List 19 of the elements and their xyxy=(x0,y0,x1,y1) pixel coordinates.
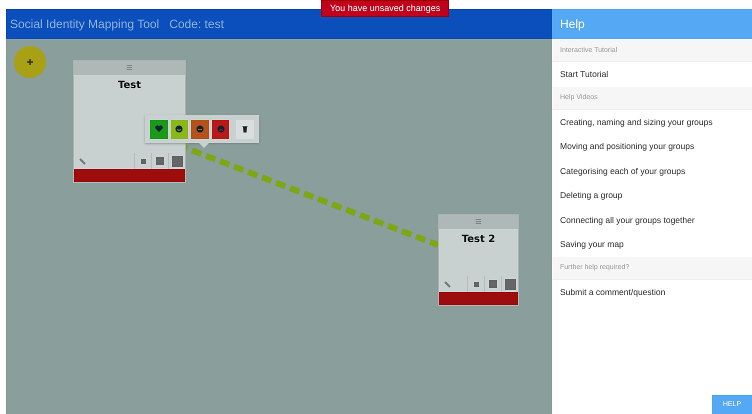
neutral-face-button[interactable] xyxy=(191,120,209,138)
code-label: Code: test xyxy=(169,17,224,31)
group-card[interactable]: ≡ Test xyxy=(73,60,186,183)
heart-icon xyxy=(154,124,164,134)
group-name: Test 2 xyxy=(462,234,496,245)
group-card[interactable]: ≡ Test 2 xyxy=(438,214,519,306)
group-name: Test xyxy=(118,80,141,91)
app-title: Social Identity Mapping Tool xyxy=(10,17,160,31)
sad-face-icon xyxy=(216,124,226,134)
smiley-button[interactable] xyxy=(170,120,188,138)
add-group-button[interactable]: + xyxy=(14,46,46,78)
unsaved-notice: You have unsaved changes xyxy=(321,0,450,17)
smiley-icon xyxy=(174,124,184,134)
sad-face-button[interactable] xyxy=(212,120,230,138)
trash-icon xyxy=(240,124,250,134)
trash-button[interactable] xyxy=(236,120,254,138)
neutral-face-icon xyxy=(194,124,205,134)
heart-button[interactable] xyxy=(150,120,168,138)
panel-title: Help xyxy=(560,17,585,31)
